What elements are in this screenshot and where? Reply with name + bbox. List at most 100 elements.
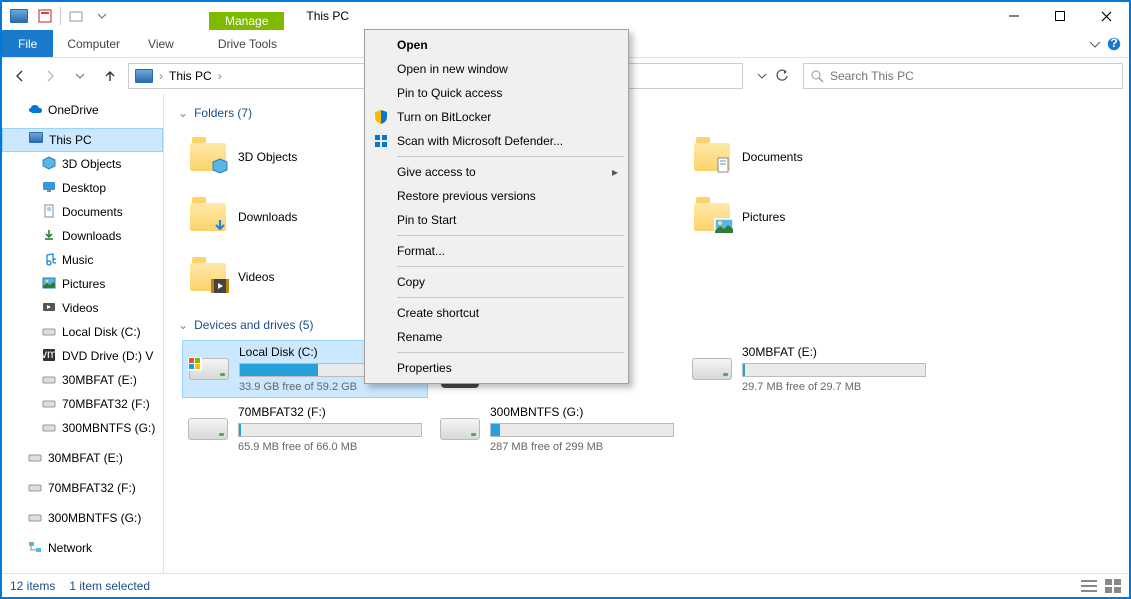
tree-dvd[interactable]: vmDVD Drive (D:) V xyxy=(2,344,163,368)
status-bar: 12 items 1 item selected xyxy=(2,573,1129,597)
separator xyxy=(397,297,624,298)
tree-fat[interactable]: 30MBFAT (E:) xyxy=(2,368,163,392)
tree-ntfs[interactable]: 300MBNTFS (G:) xyxy=(2,416,163,440)
folders-group-header[interactable]: ⌄ Folders (7) xyxy=(178,106,1115,120)
close-button[interactable] xyxy=(1083,2,1129,30)
chevron-right-icon[interactable]: › xyxy=(218,69,222,83)
up-button[interactable] xyxy=(98,64,122,88)
large-icons-view-icon[interactable] xyxy=(1105,579,1121,593)
menu-label: Open in new window xyxy=(397,62,508,76)
status-item-count: 12 items xyxy=(10,579,55,593)
drive-tools-tab[interactable]: Drive Tools xyxy=(204,30,291,57)
details-view-icon[interactable] xyxy=(1081,579,1097,593)
chevron-down-icon: ⌄ xyxy=(178,318,188,332)
properties-qat-icon[interactable] xyxy=(34,5,56,27)
tree-ntfs-root[interactable]: 300MBNTFS (G:) xyxy=(2,506,163,530)
tree-documents[interactable]: Documents xyxy=(2,200,163,224)
network-icon xyxy=(28,540,44,556)
item-label: 300MBNTFS (G:) xyxy=(490,405,674,419)
tree-label: Desktop xyxy=(62,181,106,195)
folder-pictures[interactable]: Pictures xyxy=(686,188,932,246)
drives-group-header[interactable]: ⌄ Devices and drives (5) xyxy=(178,318,1115,332)
menu-label: Create shortcut xyxy=(397,306,479,320)
ctx-restore-versions[interactable]: Restore previous versions xyxy=(367,184,626,208)
status-selected: 1 item selected xyxy=(69,579,150,593)
ctx-scan-defender[interactable]: Scan with Microsoft Defender... xyxy=(367,129,626,153)
tree-desktop[interactable]: Desktop xyxy=(2,176,163,200)
ctx-pin-start[interactable]: Pin to Start xyxy=(367,208,626,232)
help-icon[interactable]: ? xyxy=(1107,37,1121,51)
recent-dropdown-icon[interactable] xyxy=(68,64,92,88)
ctx-open[interactable]: Open xyxy=(367,33,626,57)
drive-icon xyxy=(28,510,44,526)
svg-text:?: ? xyxy=(1110,37,1117,50)
video-icon xyxy=(42,300,58,316)
item-label: Documents xyxy=(742,150,926,164)
computer-tab[interactable]: Computer xyxy=(53,30,134,57)
tree-fat32-root[interactable]: 70MBFAT32 (F:) xyxy=(2,476,163,500)
tree-videos[interactable]: Videos xyxy=(2,296,163,320)
tree-label: Videos xyxy=(62,301,98,315)
pc-icon xyxy=(29,132,45,148)
drive-e[interactable]: 30MBFAT (E:) 29.7 MB free of 29.7 MB xyxy=(686,340,932,398)
group-label: Folders (7) xyxy=(194,106,252,120)
tree-pictures[interactable]: Pictures xyxy=(2,272,163,296)
contextual-tab-group: Manage xyxy=(209,2,284,30)
folder-documents[interactable]: Documents xyxy=(686,128,932,186)
tree-label: OneDrive xyxy=(48,103,99,117)
refresh-button[interactable] xyxy=(775,69,789,83)
drives-list: Local Disk (C:) 33.9 GB free of 59.2 GB … xyxy=(182,340,1115,458)
drive-icon xyxy=(42,372,58,388)
search-box[interactable] xyxy=(803,63,1123,89)
svg-text:vm: vm xyxy=(42,348,56,361)
group-label: Devices and drives (5) xyxy=(194,318,313,332)
item-label: 30MBFAT (E:) xyxy=(742,345,926,359)
drive-g[interactable]: 300MBNTFS (G:) 287 MB free of 299 MB xyxy=(434,400,680,458)
tree-label: Documents xyxy=(62,205,123,219)
ctx-properties[interactable]: Properties xyxy=(367,356,626,380)
ctx-open-new-window[interactable]: Open in new window xyxy=(367,57,626,81)
tree-label: Network xyxy=(48,541,92,555)
item-subtext: 65.9 MB free of 66.0 MB xyxy=(238,441,422,453)
maximize-button[interactable] xyxy=(1037,2,1083,30)
dvd-icon: vm xyxy=(42,348,58,364)
ctx-create-shortcut[interactable]: Create shortcut xyxy=(367,301,626,325)
tree-music[interactable]: Music xyxy=(2,248,163,272)
tree-onedrive[interactable]: OneDrive xyxy=(2,98,163,122)
qat-dropdown-icon[interactable] xyxy=(91,5,113,27)
view-tab[interactable]: View xyxy=(134,30,188,57)
search-input[interactable] xyxy=(830,69,1116,83)
ctx-bitlocker[interactable]: Turn on BitLocker xyxy=(367,105,626,129)
ctx-pin-quick-access[interactable]: Pin to Quick access xyxy=(367,81,626,105)
ctx-rename[interactable]: Rename xyxy=(367,325,626,349)
file-tab[interactable]: File xyxy=(2,30,53,57)
minimize-button[interactable] xyxy=(991,2,1037,30)
menu-label: Rename xyxy=(397,330,442,344)
tree-label: This PC xyxy=(49,133,92,147)
item-subtext: 29.7 MB free of 29.7 MB xyxy=(742,381,926,393)
onedrive-icon xyxy=(28,102,44,118)
expand-ribbon-icon[interactable] xyxy=(1089,38,1101,50)
chevron-down-icon: ⌄ xyxy=(178,106,188,120)
tree-label: Music xyxy=(62,253,93,267)
tree-thispc[interactable]: This PC xyxy=(2,128,163,152)
ctx-give-access[interactable]: Give access to▸ xyxy=(367,160,626,184)
drive-icon xyxy=(42,420,58,436)
forward-button[interactable] xyxy=(38,64,62,88)
tree-fat32[interactable]: 70MBFAT32 (F:) xyxy=(2,392,163,416)
tree-localdisk[interactable]: Local Disk (C:) xyxy=(2,320,163,344)
new-folder-qat-icon[interactable] xyxy=(65,5,87,27)
tree-network[interactable]: Network xyxy=(2,536,163,560)
manage-tab-header: Manage xyxy=(209,12,284,30)
back-button[interactable] xyxy=(8,64,32,88)
tree-label: 3D Objects xyxy=(62,157,121,171)
tree-downloads[interactable]: Downloads xyxy=(2,224,163,248)
ctx-format[interactable]: Format... xyxy=(367,239,626,263)
tree-fat-root[interactable]: 30MBFAT (E:) xyxy=(2,446,163,470)
tree-3dobjects[interactable]: 3D Objects xyxy=(2,152,163,176)
tree-label: 30MBFAT (E:) xyxy=(62,373,137,387)
chevron-right-icon[interactable]: › xyxy=(159,69,163,83)
ctx-copy[interactable]: Copy xyxy=(367,270,626,294)
address-dropdown-icon[interactable] xyxy=(757,71,767,81)
drive-f[interactable]: 70MBFAT32 (F:) 65.9 MB free of 66.0 MB xyxy=(182,400,428,458)
